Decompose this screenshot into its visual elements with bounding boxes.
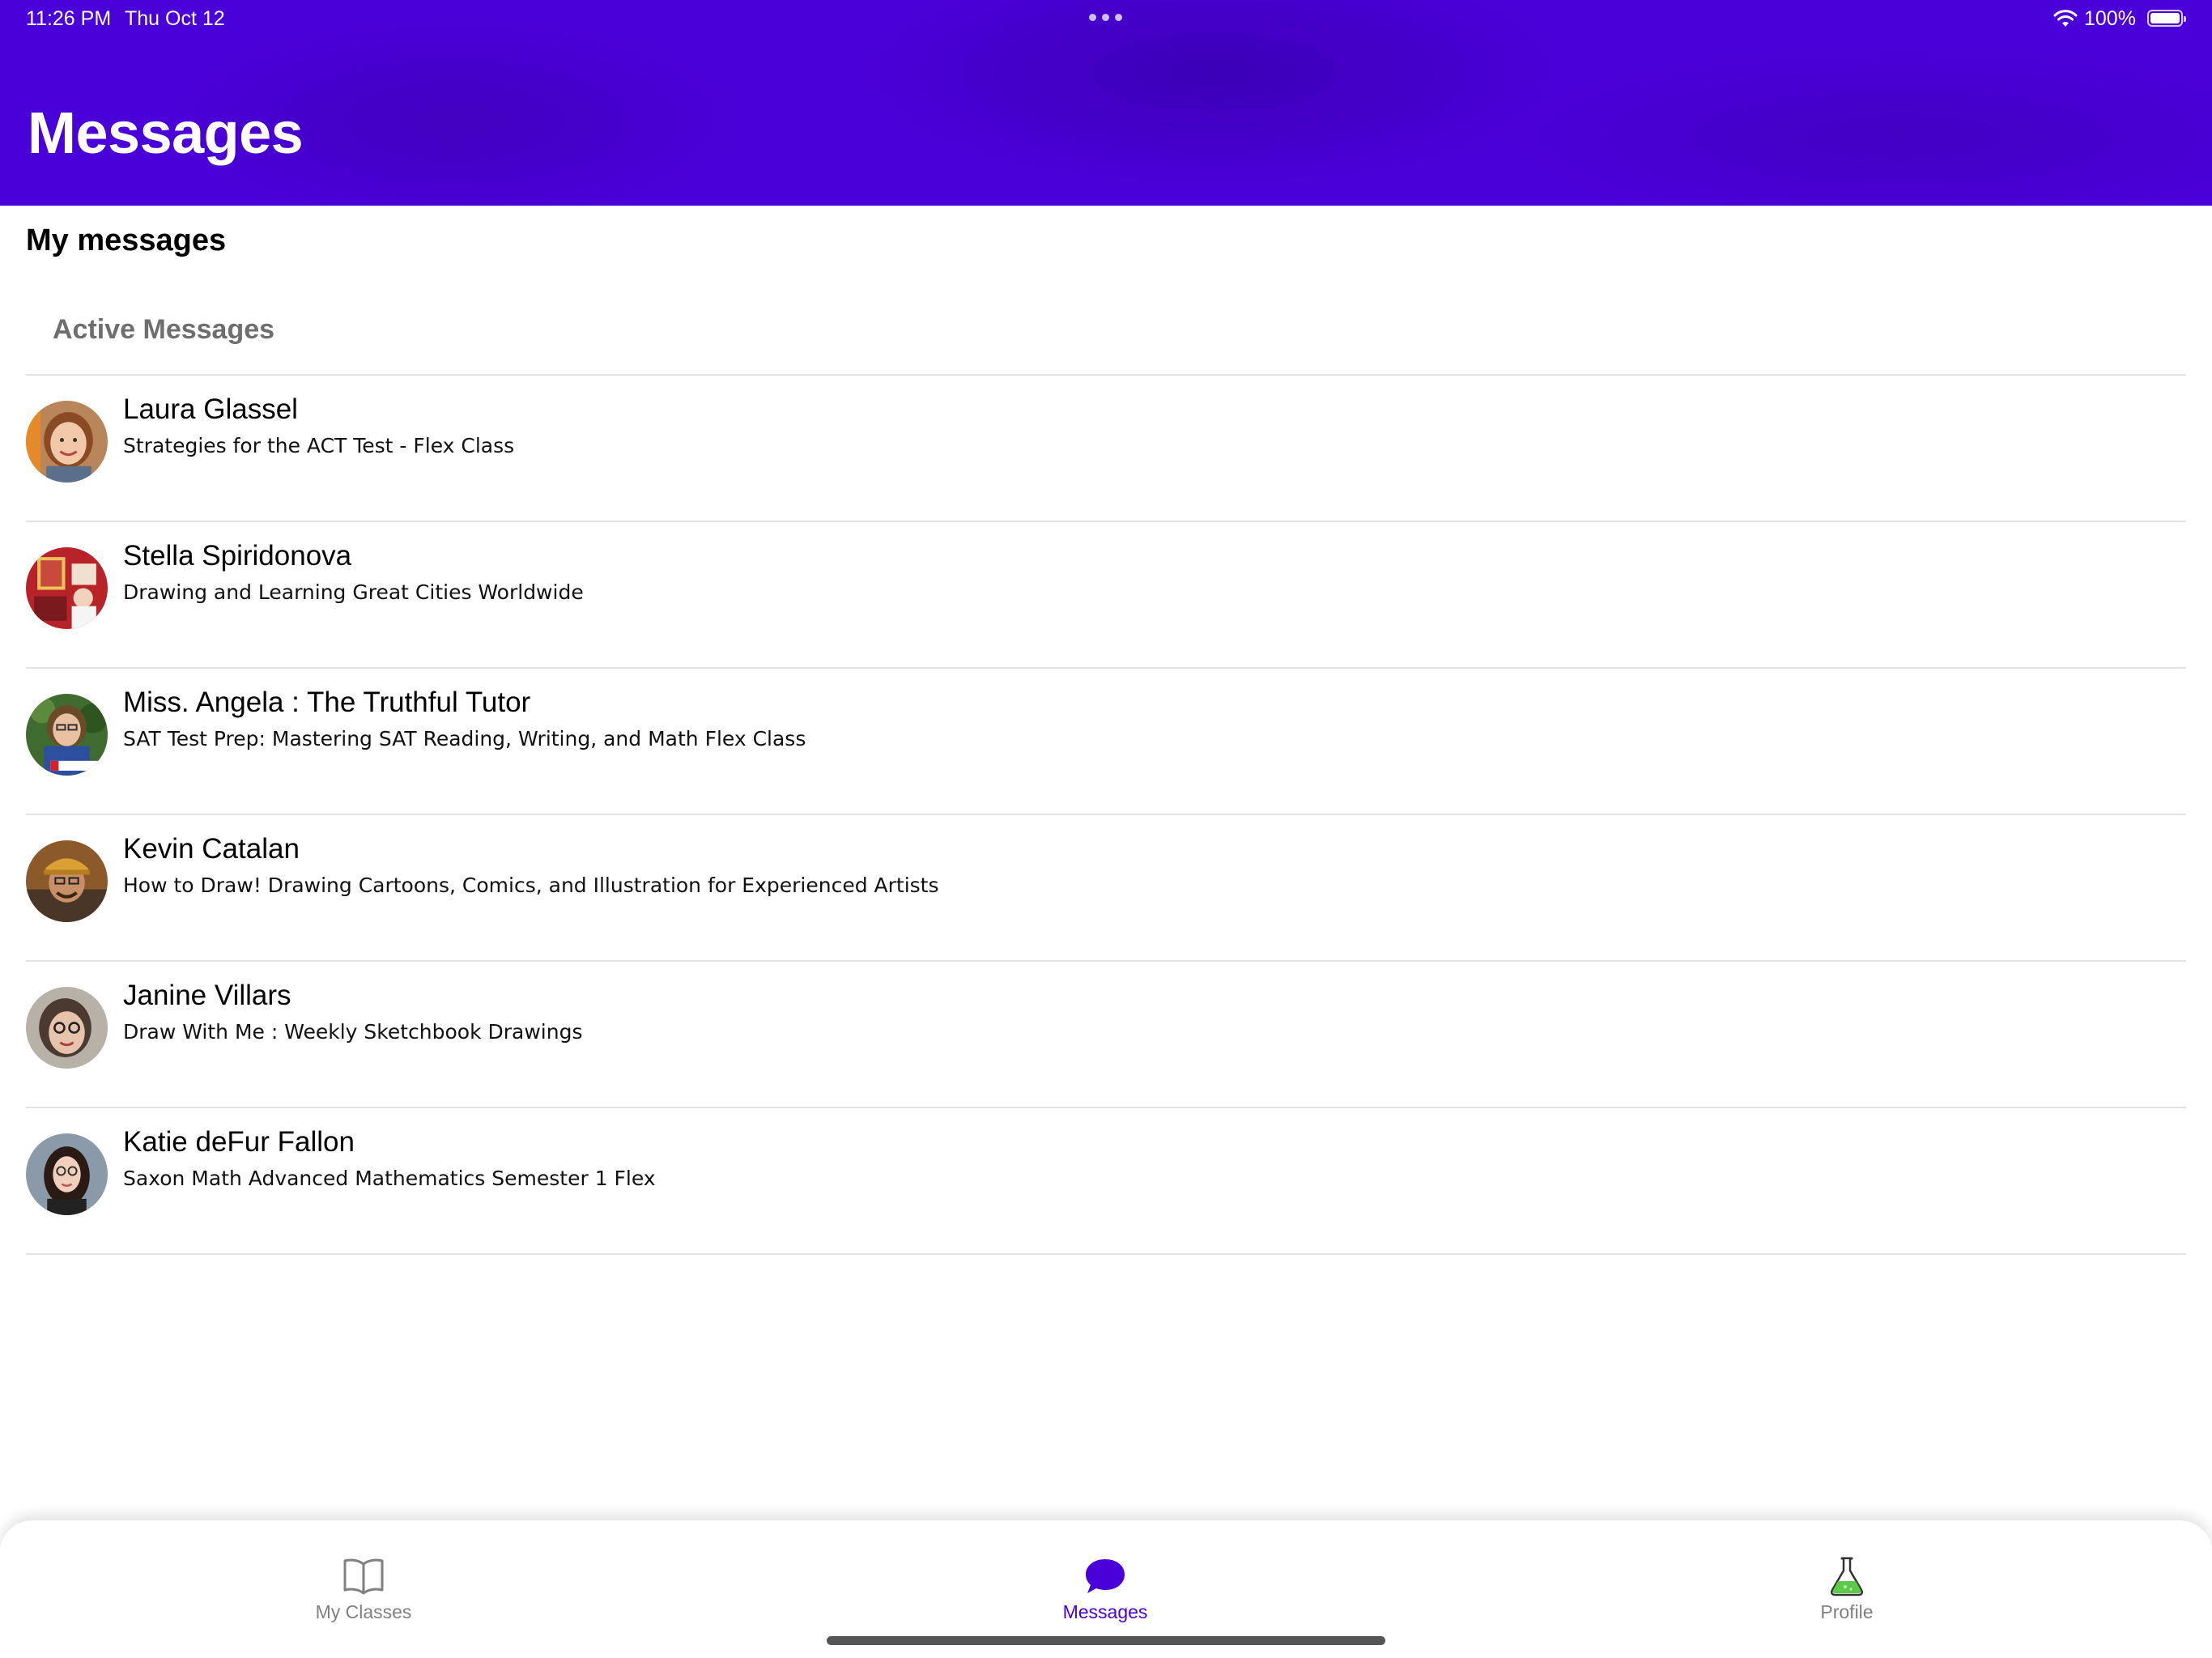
tab-my-classes[interactable]: My Classes (266, 1556, 461, 1623)
tab-messages[interactable]: Messages (1008, 1556, 1202, 1623)
message-row[interactable]: Janine Villars Draw With Me : Weekly Ske… (26, 962, 2186, 1108)
avatar (26, 987, 108, 1069)
avatar (26, 547, 108, 629)
chat-bubble-icon (1086, 1559, 1125, 1593)
tab-label: My Classes (315, 1601, 412, 1622)
contact-name: Laura Glassel (123, 393, 298, 425)
contact-name: Stella Spiridonova (123, 540, 352, 572)
subsection-title: Active Messages (53, 314, 275, 345)
contact-name: Kevin Catalan (123, 833, 300, 865)
message-row[interactable]: Kevin Catalan How to Draw! Drawing Carto… (26, 815, 2186, 962)
battery-percentage: 100% (2084, 7, 2136, 30)
status-bar: 11:26 PM Thu Oct 12 100% (0, 0, 2212, 39)
multitasking-dots-icon[interactable] (1089, 14, 1122, 21)
header-banner: 11:26 PM Thu Oct 12 100% Messages (0, 0, 2212, 206)
class-title: Drawing and Learning Great Cities Worldw… (123, 580, 584, 604)
book-icon (343, 1558, 384, 1595)
class-title: SAT Test Prep: Mastering SAT Reading, Wr… (123, 727, 806, 750)
message-list: Laura Glassel Strategies for the ACT Tes… (26, 376, 2186, 1255)
class-title: Saxon Math Advanced Mathematics Semester… (123, 1167, 656, 1190)
class-title: Strategies for the ACT Test - Flex Class (123, 434, 515, 457)
message-row[interactable]: Stella Spiridonova Drawing and Learning … (26, 522, 2186, 669)
page-title: Messages (28, 101, 304, 166)
avatar (26, 694, 108, 776)
wifi-icon (2053, 10, 2078, 27)
status-time: 11:26 PM (26, 7, 112, 30)
battery-icon (2147, 10, 2186, 27)
message-row[interactable]: Miss. Angela : The Truthful Tutor SAT Te… (26, 669, 2186, 815)
contact-name: Katie deFur Fallon (123, 1126, 355, 1158)
avatar (26, 840, 108, 922)
section-title: My messages (26, 223, 227, 257)
class-title: How to Draw! Drawing Cartoons, Comics, a… (123, 874, 939, 897)
avatar (26, 401, 108, 483)
avatar (26, 1133, 108, 1215)
tab-label: Messages (1062, 1601, 1148, 1622)
contact-name: Miss. Angela : The Truthful Tutor (123, 687, 531, 718)
class-title: Draw With Me : Weekly Sketchbook Drawing… (123, 1020, 583, 1044)
status-date: Thu Oct 12 (125, 7, 225, 30)
tab-label: Profile (1820, 1601, 1874, 1622)
contact-name: Janine Villars (123, 980, 291, 1011)
message-row[interactable]: Laura Glassel Strategies for the ACT Tes… (26, 376, 2186, 522)
home-indicator[interactable] (827, 1636, 1385, 1645)
flask-icon (1830, 1557, 1864, 1596)
tab-profile[interactable]: Profile (1750, 1556, 1944, 1623)
message-row[interactable]: Katie deFur Fallon Saxon Math Advanced M… (26, 1108, 2186, 1255)
